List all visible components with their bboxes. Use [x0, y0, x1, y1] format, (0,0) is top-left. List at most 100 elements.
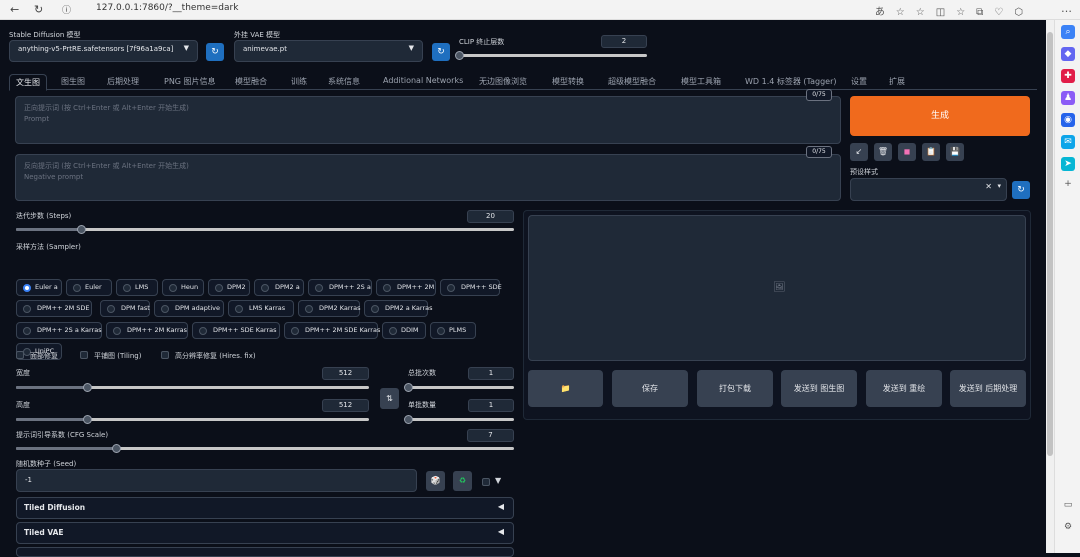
- send-to-extras-button[interactable]: 发送到 后期处理: [950, 370, 1026, 407]
- width-slider[interactable]: [16, 383, 369, 392]
- prompt-input[interactable]: 正向提示词 (按 Ctrl+Enter 或 Alt+Enter 开始生成) Pro…: [15, 96, 841, 144]
- vae-refresh-button[interactable]: ↻: [432, 43, 450, 61]
- clip-slider[interactable]: [455, 51, 647, 60]
- send-to-img2img-button[interactable]: 发送到 图生图: [781, 370, 857, 407]
- sampler-option[interactable]: Euler: [66, 279, 112, 296]
- batch-size-number[interactable]: 1: [468, 399, 514, 412]
- sampler-option[interactable]: Heun: [162, 279, 204, 296]
- extra-networks-button[interactable]: ◼: [898, 143, 916, 161]
- tools-icon[interactable]: ✚: [1061, 69, 1075, 83]
- toolbar-icons[interactable]: あ☆☆◫☆⧉♡⬡: [875, 3, 1034, 18]
- tab-13[interactable]: 设置: [851, 76, 867, 87]
- negative-prompt-input[interactable]: 反向提示词 (按 Ctrl+Enter 或 Alt+Enter 开始生成) Neg…: [15, 154, 841, 201]
- tab-7[interactable]: Additional Networks: [383, 76, 463, 85]
- sampler-option[interactable]: DPM++ SDE: [440, 279, 502, 296]
- sampler-option[interactable]: LMS Karras: [228, 300, 294, 317]
- tiled-vae-accordion[interactable]: Tiled VAE ◀: [16, 522, 514, 544]
- tab-11[interactable]: 模型工具箱: [681, 76, 721, 87]
- styles-select[interactable]: ✕ ▾: [850, 178, 1007, 201]
- refresh-icon[interactable]: ↻: [34, 3, 43, 16]
- tab-8[interactable]: 无边图像浏览: [479, 76, 527, 87]
- batch-count-number[interactable]: 1: [468, 367, 514, 380]
- model-refresh-button[interactable]: ↻: [206, 43, 224, 61]
- address-bar[interactable]: 127.0.0.1:7860/?__theme=dark: [96, 3, 238, 13]
- outlook-icon[interactable]: ✉: [1061, 135, 1075, 149]
- zip-download-button[interactable]: 打包下载: [697, 370, 773, 407]
- tiling-checkbox[interactable]: [80, 351, 88, 359]
- sampler-option[interactable]: Euler a: [16, 279, 62, 296]
- sampler-option[interactable]: DPM2 a Karras: [364, 300, 433, 317]
- sampler-option[interactable]: DPM fast: [100, 300, 150, 317]
- tab-3[interactable]: PNG 图片信息: [164, 76, 216, 87]
- settings-icon[interactable]: ⚙: [1061, 520, 1075, 534]
- seed-input[interactable]: -1: [16, 469, 417, 492]
- tab-14[interactable]: 扩展: [889, 76, 905, 87]
- tab-2[interactable]: 后期处理: [107, 76, 139, 87]
- accordion-partial[interactable]: [16, 547, 514, 557]
- add-icon[interactable]: +: [1061, 177, 1075, 191]
- games-icon[interactable]: ♟: [1061, 91, 1075, 105]
- tab-12[interactable]: WD 1.4 标签器 (Tagger): [745, 76, 837, 87]
- tab-4[interactable]: 模型融合: [235, 76, 267, 87]
- sampler-option[interactable]: DPM++ 2M: [376, 279, 436, 296]
- clear-icon[interactable]: ✕: [985, 182, 992, 191]
- sampler-option[interactable]: DPM++ 2M SDE: [16, 300, 92, 317]
- sampler-option[interactable]: DPM++ SDE Karras: [192, 322, 280, 339]
- tiled-diffusion-accordion[interactable]: Tiled Diffusion ◀: [16, 497, 514, 519]
- width-number[interactable]: 512: [322, 367, 369, 380]
- sampler-option[interactable]: DPM2: [208, 279, 250, 296]
- more-icon[interactable]: …: [1061, 2, 1072, 15]
- cfg-slider[interactable]: [16, 444, 514, 453]
- expand-triangle-icon[interactable]: ▼: [495, 476, 501, 485]
- reuse-seed-button[interactable]: ♻: [453, 471, 472, 491]
- height-number[interactable]: 512: [322, 399, 369, 412]
- height-slider[interactable]: [16, 415, 369, 424]
- output-gallery[interactable]: 🖼: [528, 215, 1026, 361]
- steps-number[interactable]: 20: [467, 210, 514, 223]
- read-params-button[interactable]: ↙: [850, 143, 868, 161]
- split-icon[interactable]: ▭: [1061, 498, 1075, 512]
- steps-slider[interactable]: [16, 225, 514, 234]
- office-icon[interactable]: ◉: [1061, 113, 1075, 127]
- random-seed-button[interactable]: 🎲: [426, 471, 445, 491]
- extra-seed-checkbox[interactable]: [482, 478, 490, 486]
- hires-checkbox[interactable]: [161, 351, 169, 359]
- batch-size-slider[interactable]: [404, 415, 514, 424]
- sampler-option[interactable]: PLMS: [430, 322, 476, 339]
- apply-style-button[interactable]: 📋: [922, 143, 940, 161]
- tab-6[interactable]: 系统信息: [328, 76, 360, 87]
- save-style-button[interactable]: 💾: [946, 143, 964, 161]
- batch-count-slider[interactable]: [404, 383, 514, 392]
- page-scrollbar[interactable]: [1046, 20, 1054, 553]
- clip-number[interactable]: 2: [601, 35, 647, 48]
- open-folder-button[interactable]: 📁: [528, 370, 603, 407]
- sampler-option[interactable]: DPM adaptive: [154, 300, 224, 317]
- styles-refresh-button[interactable]: ↻: [1012, 181, 1030, 199]
- tab-5[interactable]: 训练: [291, 76, 307, 87]
- save-button[interactable]: 保存: [612, 370, 688, 407]
- sampler-option[interactable]: DPM++ 2M Karras: [106, 322, 188, 339]
- clear-prompt-button[interactable]: 🗑: [874, 143, 892, 161]
- info-icon[interactable]: ⓘ: [62, 3, 71, 16]
- face-restore-checkbox[interactable]: [16, 351, 24, 359]
- search-icon[interactable]: ⌕: [1061, 25, 1075, 39]
- generate-button[interactable]: 生成: [850, 96, 1030, 136]
- tab-1[interactable]: 图生图: [61, 76, 85, 87]
- tab-10[interactable]: 超级模型融合: [608, 76, 656, 87]
- copilot-icon[interactable]: ◆: [1061, 47, 1075, 61]
- tab-0[interactable]: 文生图: [9, 74, 47, 91]
- sampler-option[interactable]: DPM2 a: [254, 279, 304, 296]
- cfg-number[interactable]: 7: [467, 429, 514, 442]
- sampler-option[interactable]: DPM++ 2S a: [308, 279, 372, 296]
- vae-select[interactable]: animevae.pt ▼: [234, 40, 423, 62]
- sampler-option[interactable]: DPM++ 2S a Karras: [16, 322, 102, 339]
- sampler-option[interactable]: DPM2 Karras: [298, 300, 360, 317]
- sampler-option[interactable]: LMS: [116, 279, 158, 296]
- tab-9[interactable]: 模型转换: [552, 76, 584, 87]
- sampler-option[interactable]: DPM++ 2M SDE Karras: [284, 322, 380, 339]
- swap-dimensions-button[interactable]: ⇅: [380, 388, 399, 409]
- send-to-inpaint-button[interactable]: 发送到 重绘: [866, 370, 942, 407]
- send-icon[interactable]: ➤: [1061, 157, 1075, 171]
- model-select[interactable]: anything-v5-PrtRE.safetensors [7f96a1a9c…: [9, 40, 198, 62]
- sampler-option[interactable]: DDIM: [382, 322, 426, 339]
